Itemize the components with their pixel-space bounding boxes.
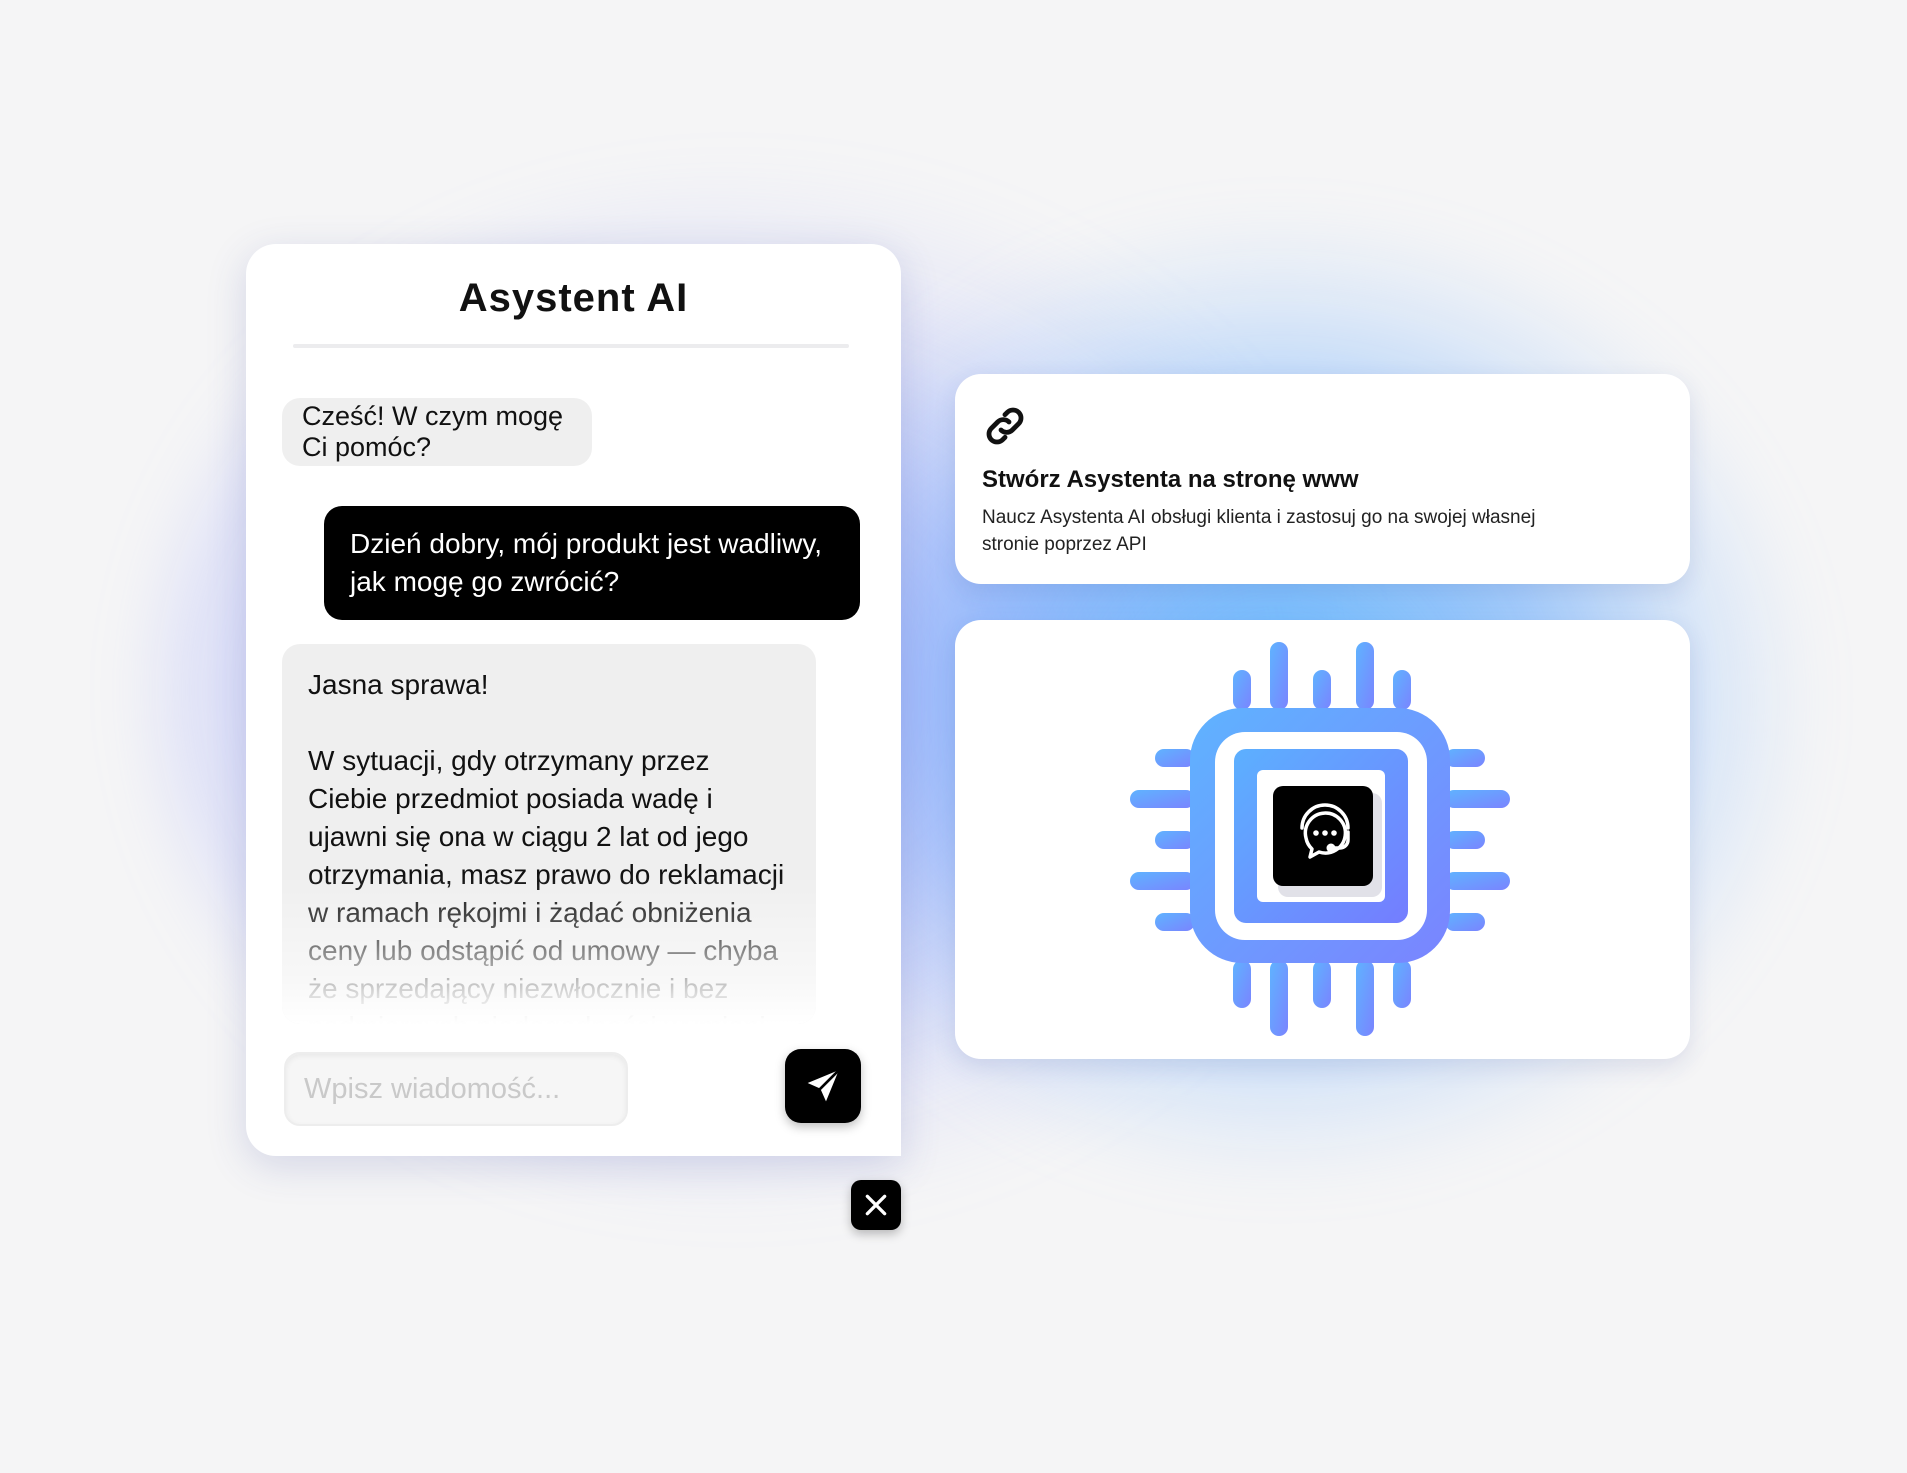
bot-message[interactable]: Jasna sprawa! W sytuacji, gdy otrzymany …: [282, 644, 816, 1024]
message-greeting: Jasna sprawa!: [308, 669, 489, 700]
chip-icon: [1130, 642, 1510, 1036]
send-button[interactable]: [785, 1049, 861, 1123]
feature-card[interactable]: Stwórz Asystenta na stronę www Naucz Asy…: [955, 374, 1690, 584]
chat-widget: Asystent AI Cześć! W czym mogę Ci pomóc?…: [246, 244, 901, 1156]
card-description: Naucz Asystenta AI obsługi klienta i zas…: [982, 507, 1536, 555]
close-icon: [865, 1194, 887, 1216]
title-divider: [293, 344, 849, 348]
chip-card: [955, 620, 1690, 1059]
card-title: Stwórz Asystenta na stronę www: [982, 466, 1359, 493]
support-chat-icon: [1273, 786, 1382, 897]
user-message: Dzień dobry, mój produkt jest wadliwy, j…: [324, 506, 860, 620]
message-input[interactable]: [284, 1052, 628, 1126]
close-button[interactable]: [851, 1180, 901, 1230]
message-text: Dzień dobry, mój produkt jest wadliwy, j…: [350, 528, 823, 597]
link-icon: [986, 407, 1024, 445]
bot-message: Cześć! W czym mogę Ci pomóc?: [282, 398, 592, 466]
message-text: Cześć! W czym mogę Ci pomóc?: [302, 401, 564, 462]
paper-plane-icon: [807, 1068, 841, 1102]
chat-title: Asystent AI: [458, 276, 689, 320]
fade-overlay: [282, 874, 816, 1024]
